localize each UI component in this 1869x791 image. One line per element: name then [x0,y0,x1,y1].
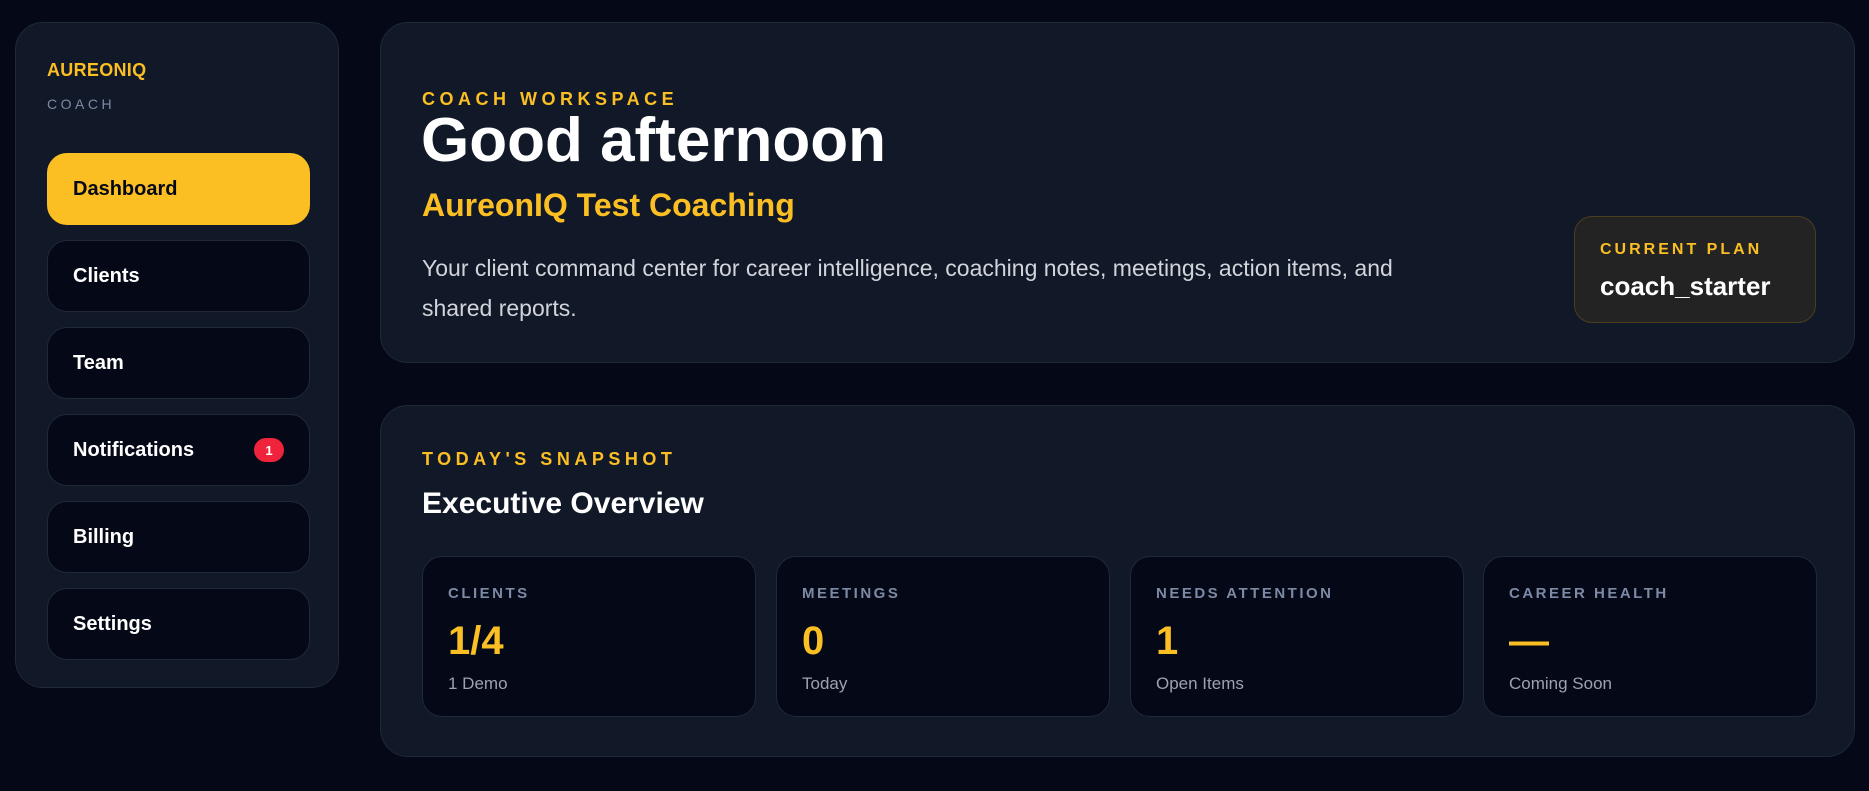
snapshot-card: TODAY'S SNAPSHOT Executive Overview CLIE… [380,405,1855,757]
plan-label: CURRENT PLAN [1600,241,1763,258]
stat-value: — [1509,619,1549,663]
stat-label: MEETINGS [802,585,901,602]
sidebar-item-clients[interactable]: Clients [47,240,310,312]
sidebar-item-billing[interactable]: Billing [47,501,310,573]
app-root: AUREONIQ COACH Dashboard Clients Team No… [0,0,1869,791]
sidebar-item-label: Team [73,351,124,374]
snapshot-eyebrow: TODAY'S SNAPSHOT [422,449,677,469]
stat-label: NEEDS ATTENTION [1156,585,1334,602]
stat-sub: Coming Soon [1509,674,1613,693]
sidebar-item-settings[interactable]: Settings [47,588,310,660]
stat-sub: Open Items [1156,674,1244,693]
stat-card-needs-attention: NEEDS ATTENTION 1 Open Items [1130,556,1464,717]
sidebar-item-label: Settings [73,612,152,635]
stat-value: 1 [1156,619,1179,663]
sidebar-item-dashboard[interactable]: Dashboard [47,153,310,225]
hero-description: Your client command center for career in… [422,255,1393,321]
sidebar-item-label: Billing [73,525,135,548]
section-title: Executive Overview [422,487,704,520]
stat-label: CAREER HEALTH [1509,585,1669,602]
sidebar-item-label: Dashboard [73,177,178,200]
sidebar-item-notifications[interactable]: Notifications 1 [47,414,310,486]
notification-badge: 1 [254,438,284,462]
sidebar-item-label: Clients [73,264,140,287]
sidebar: AUREONIQ COACH Dashboard Clients Team No… [15,22,339,688]
stat-sub: 1 Demo [448,674,508,693]
hero-card: COACH WORKSPACE Good afternoon AureonIQ … [380,22,1855,363]
sidebar-item-label: Notifications [73,438,195,461]
stat-sub: Today [802,674,848,693]
stat-label: CLIENTS [448,585,530,602]
brand-role: COACH [47,96,116,112]
page-title: Good afternoon [421,106,886,175]
current-plan-box: CURRENT PLAN coach_starter [1574,216,1816,323]
stat-value: 1/4 [448,619,504,663]
stat-card-meetings: MEETINGS 0 Today [776,556,1110,717]
workspace-name: AureonIQ Test Coaching [422,187,795,223]
brand-name: AUREONIQ [47,60,147,80]
sidebar-item-team[interactable]: Team [47,327,310,399]
plan-value: coach_starter [1600,271,1771,301]
stat-card-career-health: CAREER HEALTH — Coming Soon [1483,556,1817,717]
stat-card-clients: CLIENTS 1/4 1 Demo [422,556,756,717]
stat-value: 0 [802,619,825,663]
